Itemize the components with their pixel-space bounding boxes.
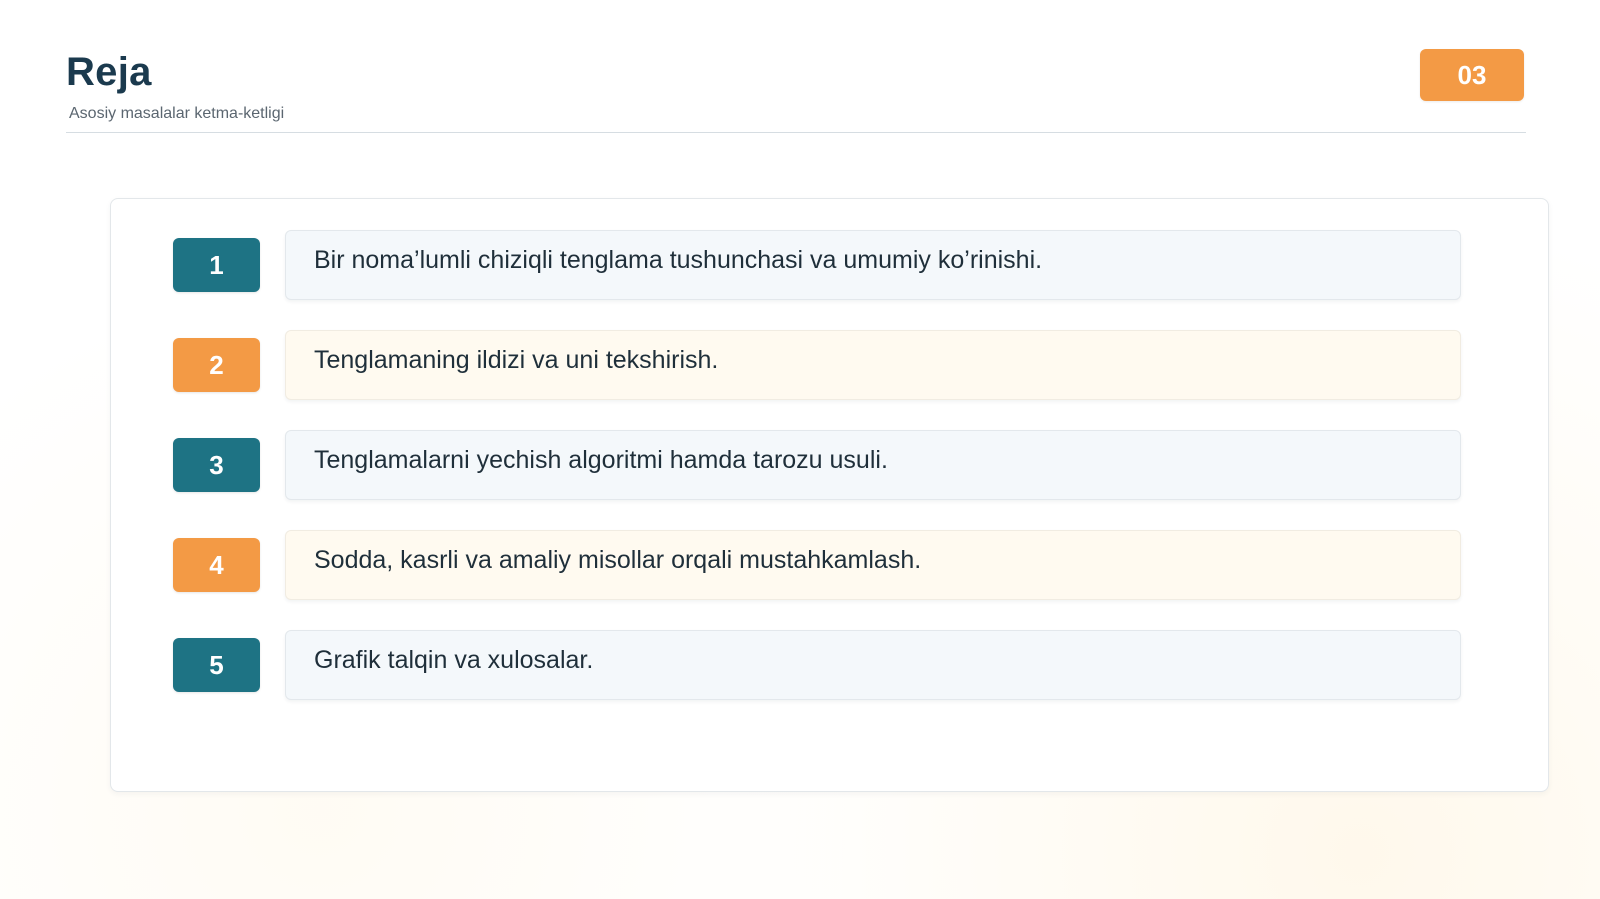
- item-text: Sodda, kasrli va amaliy misollar orqali …: [285, 530, 1461, 600]
- item-text: Tenglamalarni yechish algoritmi hamda ta…: [285, 430, 1461, 500]
- agenda-card: 1 Bir noma’lumli chiziqli tenglama tushu…: [110, 198, 1549, 792]
- agenda-item-5: 5 Grafik talqin va xulosalar.: [173, 630, 1463, 702]
- slide: Reja Asosiy masalalar ketma-ketligi 03 1…: [0, 0, 1600, 899]
- agenda-item-1: 1 Bir noma’lumli chiziqli tenglama tushu…: [173, 230, 1463, 302]
- item-number-badge: 2: [173, 338, 260, 392]
- page-title: Reja: [66, 50, 152, 94]
- agenda-item-4: 4 Sodda, kasrli va amaliy misollar orqal…: [173, 530, 1463, 602]
- item-text: Bir noma’lumli chiziqli tenglama tushunc…: [285, 230, 1461, 300]
- item-text: Tenglamaning ildizi va uni tekshirish.: [285, 330, 1461, 400]
- agenda-item-3: 3 Tenglamalarni yechish algoritmi hamda …: [173, 430, 1463, 502]
- agenda-item-2: 2 Tenglamaning ildizi va uni tekshirish.: [173, 330, 1463, 402]
- item-text: Grafik talqin va xulosalar.: [285, 630, 1461, 700]
- page-number-badge: 03: [1420, 49, 1524, 101]
- page-subtitle: Asosiy masalalar ketma-ketligi: [69, 105, 285, 122]
- item-number-badge: 4: [173, 538, 260, 592]
- header-divider: [66, 132, 1526, 133]
- item-number-badge: 1: [173, 238, 260, 292]
- item-number-badge: 3: [173, 438, 260, 492]
- item-number-badge: 5: [173, 638, 260, 692]
